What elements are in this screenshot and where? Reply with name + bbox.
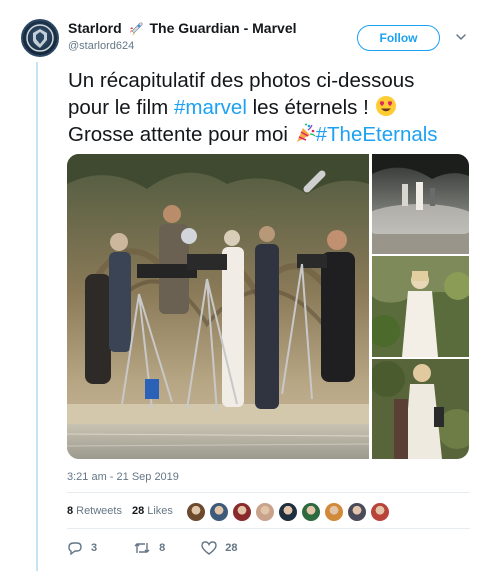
tweet-actions: 3 8 28	[67, 541, 274, 555]
hashtag-theeternals[interactable]: #TheEternals	[316, 123, 438, 146]
likes-stat[interactable]: 28 Likes	[132, 505, 173, 517]
follow-button[interactable]: Follow	[357, 25, 440, 51]
tweet-stats: 8 Retweets 28 Likes	[67, 505, 173, 517]
rocket-icon	[129, 22, 143, 35]
tweet-line-3: Grosse attente pour moi #TheEternals	[68, 121, 478, 148]
tweet-line-1: Un récapitulatif des photos ci-dessous	[68, 69, 415, 92]
liker-avatars	[186, 502, 393, 522]
thread-line	[36, 62, 38, 571]
retweet-count: 8	[159, 542, 166, 554]
liker-avatar[interactable]	[278, 502, 298, 522]
display-name-part2[interactable]: The Guardian - Marvel	[149, 20, 296, 36]
display-name[interactable]: Starlord The Guardian - Marvel	[68, 19, 297, 37]
party-popper-emoji	[296, 123, 316, 142]
retweets-label: Retweets	[76, 505, 122, 517]
liker-avatar[interactable]	[324, 502, 344, 522]
reply-count: 3	[91, 542, 98, 554]
chevron-down-icon[interactable]	[455, 31, 467, 43]
liker-avatar[interactable]	[209, 502, 229, 522]
like-button[interactable]: 28	[201, 541, 238, 555]
tweet-text-segment: Grosse attente pour moi	[68, 123, 294, 146]
media-grid	[67, 154, 469, 459]
liker-avatar[interactable]	[232, 502, 252, 522]
liker-avatar[interactable]	[347, 502, 367, 522]
shield-logo-icon	[26, 24, 54, 52]
retweet-button[interactable]: 8	[133, 541, 165, 555]
retweets-stat[interactable]: 8 Retweets	[67, 505, 122, 517]
retweet-icon	[134, 543, 150, 553]
divider	[67, 528, 470, 529]
liker-avatar[interactable]	[301, 502, 321, 522]
heart-eyes-emoji	[375, 96, 396, 116]
tweet-timestamp[interactable]: 3:21 am - 21 Sep 2019	[67, 471, 179, 483]
reply-button[interactable]: 3	[67, 541, 97, 555]
user-handle[interactable]: @starlord624	[68, 39, 297, 53]
tweet-text-segment: les éternels !	[246, 96, 375, 119]
user-info: Starlord The Guardian - Marvel @starlord…	[68, 19, 297, 53]
liker-avatar[interactable]	[186, 502, 206, 522]
main-photo[interactable]	[67, 154, 369, 459]
heart-icon	[201, 541, 217, 555]
likes-label: Likes	[147, 505, 173, 517]
liker-avatar[interactable]	[370, 502, 390, 522]
reply-icon	[68, 542, 82, 555]
side-photo-2[interactable]	[372, 256, 469, 357]
likes-count: 28	[131, 505, 145, 517]
like-count: 28	[225, 542, 238, 554]
hashtag-marvel[interactable]: #marvel	[174, 96, 247, 119]
tweet-text: Un récapitulatif des photos ci-dessous p…	[68, 67, 478, 148]
tweet-line-2: pour le film #marvel les éternels !	[68, 94, 478, 121]
display-name-part1[interactable]: Starlord	[68, 20, 122, 36]
side-photo-1[interactable]	[372, 154, 469, 254]
divider	[67, 492, 470, 493]
retweets-count: 8	[67, 505, 74, 517]
liker-avatar[interactable]	[255, 502, 275, 522]
avatar[interactable]	[21, 19, 59, 57]
side-photo-3[interactable]	[372, 359, 469, 459]
tweet-text-segment: pour le film	[68, 96, 174, 119]
